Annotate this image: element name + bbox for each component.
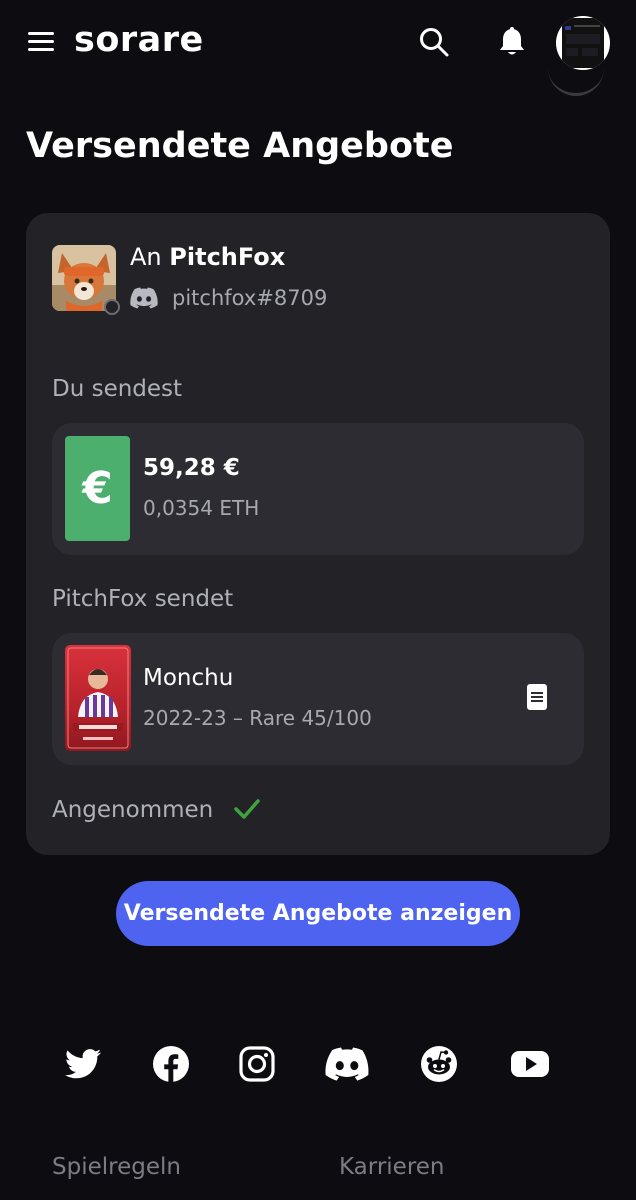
twitter-icon[interactable] — [63, 1044, 103, 1084]
avatar-image — [562, 18, 604, 68]
euro-icon: € — [65, 436, 130, 541]
discord-icon[interactable] — [325, 1044, 369, 1084]
top-nav-bar: sorare — [0, 0, 636, 96]
recipient-name[interactable]: PitchFox — [169, 243, 285, 271]
amount-eth: 0,0354 ETH — [143, 496, 260, 520]
you-send-item: € 59,28 € 0,0354 ETH — [52, 423, 584, 555]
card-meta: 2022-23 – Rare 45/100 — [143, 706, 372, 730]
sorare-logo[interactable]: sorare — [74, 20, 204, 60]
document-icon[interactable] — [526, 683, 548, 711]
player-card-art — [67, 647, 129, 749]
menu-line — [28, 32, 54, 35]
page-title: Versendete Angebote — [26, 126, 454, 166]
checkmark-icon — [234, 799, 260, 819]
you-send-label: Du sendest — [52, 376, 183, 402]
recipient-prefix: An — [130, 243, 162, 271]
show-sent-offers-button[interactable]: Versendete Angebote anzeigen — [116, 881, 520, 946]
footer-link-spielregeln[interactable]: Spielregeln — [52, 1154, 181, 1180]
recipient-line: An PitchFox — [130, 243, 285, 271]
menu-line — [28, 48, 54, 51]
player-card-image[interactable] — [65, 645, 131, 751]
hamburger-menu-icon[interactable] — [28, 30, 54, 52]
player-name[interactable]: Monchu — [143, 665, 233, 691]
offline-status-dot — [104, 299, 120, 315]
bell-icon[interactable] — [496, 26, 528, 58]
offer-card: An PitchFox pitchfox#8709 Du sendest € 5… — [26, 213, 610, 855]
instagram-icon[interactable] — [237, 1044, 277, 1084]
footer-link-karrieren[interactable]: Karrieren — [339, 1154, 445, 1180]
discord-icon — [130, 287, 158, 309]
amount-eur: 59,28 € — [143, 455, 240, 481]
user-avatar[interactable] — [556, 16, 610, 70]
facebook-icon[interactable] — [151, 1044, 191, 1084]
reddit-icon[interactable] — [419, 1044, 459, 1084]
they-send-item[interactable]: Monchu 2022-23 – Rare 45/100 — [52, 633, 584, 765]
search-icon[interactable] — [418, 26, 450, 58]
they-send-label: PitchFox sendet — [52, 586, 234, 612]
youtube-icon[interactable] — [510, 1044, 550, 1084]
discord-handle: pitchfox#8709 — [172, 286, 328, 310]
menu-line — [28, 40, 54, 43]
status-label: Angenommen — [52, 797, 214, 823]
